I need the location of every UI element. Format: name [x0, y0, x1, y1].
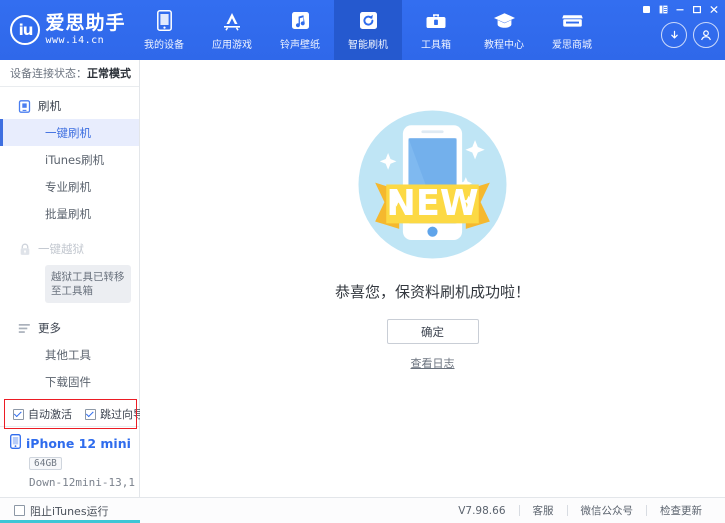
app-window: iu 爱思助手 www.i4.cn 我的设备 应用游戏: [0, 0, 725, 523]
appstore-icon: [221, 10, 243, 32]
sidebar-item-label: iTunes刷机: [45, 152, 104, 168]
device-model: Down-12mini-13,1: [29, 476, 139, 489]
device-name: iPhone 12 mini: [26, 436, 131, 451]
toolbox-icon: [425, 10, 447, 32]
nav-item-toolbox[interactable]: 工具箱: [402, 0, 470, 60]
brand-url: www.i4.cn: [45, 36, 125, 46]
device-capacity: 64GB: [29, 457, 62, 470]
lock-icon: [18, 243, 31, 256]
sidebar-group-label: 刷机: [38, 98, 61, 114]
skin-icon[interactable]: [638, 2, 654, 17]
shop-icon: [561, 10, 584, 32]
checkbox-box: [13, 409, 24, 420]
brand-name: 爱思助手: [45, 14, 125, 33]
sidebar-item-one-key-flash[interactable]: 一键刷机: [0, 119, 139, 146]
sidebar-item-label: 一键刷机: [45, 125, 91, 141]
nav-label: 爱思商城: [552, 36, 592, 51]
refresh-icon: [359, 10, 378, 32]
phone-small-icon: [10, 434, 21, 452]
close-icon[interactable]: [706, 2, 722, 17]
nav-label: 工具箱: [421, 36, 451, 51]
nav-item-store[interactable]: 爱思商城: [538, 0, 606, 60]
sidebar-item-label: 其他工具: [45, 347, 91, 363]
phone-icon: [157, 10, 172, 32]
logo-mark-icon: iu: [10, 15, 40, 45]
sidebar-item-itunes-flash[interactable]: iTunes刷机: [0, 146, 139, 173]
app-version: V7.98.66: [445, 505, 518, 517]
confirm-button[interactable]: 确定: [387, 319, 479, 344]
block-itunes-checkbox[interactable]: 阻止iTunes运行: [14, 503, 109, 519]
footer-links: V7.98.66 客服 微信公众号 检查更新: [445, 503, 715, 518]
sidebar-item-label: 下载固件: [45, 374, 91, 390]
user-account-icon[interactable]: [693, 22, 719, 48]
skip-wizard-checkbox[interactable]: 跳过向导: [85, 406, 144, 422]
nav-label: 铃声壁纸: [280, 36, 320, 51]
nav-label: 我的设备: [144, 36, 184, 51]
sidebar-item-other-tools[interactable]: 其他工具: [0, 341, 139, 368]
sidebar-group-flash[interactable]: 刷机: [0, 93, 139, 119]
sidebar-item-pro-flash[interactable]: 专业刷机: [0, 173, 139, 200]
connection-status-label: 设备连接状态：: [10, 65, 87, 81]
sidebar-group-more[interactable]: 更多: [0, 315, 139, 341]
check-update-link[interactable]: 检查更新: [647, 503, 715, 518]
body-row: 设备连接状态：正常模式 刷机 一键刷机 iTunes刷机 专业刷机: [0, 60, 725, 497]
spacer: [0, 227, 139, 236]
sidebar-item-label: 专业刷机: [45, 179, 91, 195]
auto-activate-checkbox[interactable]: 自动激活: [13, 406, 72, 422]
sidebar-item-label: 批量刷机: [45, 206, 91, 222]
brand-logo[interactable]: iu 爱思助手 www.i4.cn: [0, 0, 130, 60]
minimize-icon[interactable]: [672, 2, 688, 17]
auto-activate-label: 自动激活: [28, 406, 72, 422]
sidebar-group-label: 一键越狱: [38, 241, 84, 257]
sidebar-options: 自动激活 跳过向导: [0, 402, 139, 426]
nav-items: 我的设备 应用游戏 铃声壁纸 智能刷机: [130, 0, 606, 60]
success-message: 恭喜您，保资料刷机成功啦！: [335, 281, 530, 302]
nav-item-smart-flash[interactable]: 智能刷机: [334, 0, 402, 60]
sidebar-item-advanced-features[interactable]: 高级功能: [0, 395, 139, 402]
top-navigation-bar: iu 爱思助手 www.i4.cn 我的设备 应用游戏: [0, 0, 725, 60]
new-badge-illustration: NEW: [340, 92, 525, 277]
jailbreak-moved-note: 越狱工具已转移至工具箱: [45, 265, 131, 303]
sidebar-item-batch-flash[interactable]: 批量刷机: [0, 200, 139, 227]
sidebar-item-download-firmware[interactable]: 下载固件: [0, 368, 139, 395]
maximize-icon[interactable]: [689, 2, 705, 17]
checkbox-box: [14, 505, 25, 516]
music-icon: [291, 10, 310, 32]
flash-device-icon: [18, 100, 31, 113]
sidebar: 设备连接状态：正常模式 刷机 一键刷机 iTunes刷机 专业刷机: [0, 60, 140, 497]
connection-status: 设备连接状态：正常模式: [0, 60, 139, 87]
skip-wizard-label: 跳过向导: [100, 406, 144, 422]
device-card[interactable]: iPhone 12 mini 64GB Down-12mini-13,1: [0, 426, 139, 497]
main-content: NEW 恭喜您，保资料刷机成功啦！ 确定 查看日志: [140, 60, 725, 497]
checkbox-box: [85, 409, 96, 420]
nav-item-tutorial-center[interactable]: 教程中心: [470, 0, 538, 60]
block-itunes-label: 阻止iTunes运行: [30, 503, 109, 519]
view-log-link[interactable]: 查看日志: [411, 355, 455, 371]
nav-label: 应用游戏: [212, 36, 252, 51]
top-right-actions: [661, 22, 719, 48]
download-icon[interactable]: [661, 22, 687, 48]
nav-label: 教程中心: [484, 36, 524, 51]
nav-item-my-device[interactable]: 我的设备: [130, 0, 198, 60]
sidebar-group-label: 更多: [38, 320, 61, 336]
spacer: [0, 306, 139, 315]
customer-service-link[interactable]: 客服: [520, 503, 567, 518]
new-badge-text: NEW: [386, 183, 478, 224]
sidebar-nav: 刷机 一键刷机 iTunes刷机 专业刷机 批量刷机: [0, 87, 139, 402]
connection-status-value: 正常模式: [87, 65, 131, 81]
sidebar-group-jailbreak: 一键越狱: [0, 236, 139, 262]
graduation-cap-icon: [493, 10, 516, 32]
window-controls: [638, 2, 722, 17]
wechat-link[interactable]: 微信公众号: [568, 503, 647, 518]
nav-item-ringtones-wallpapers[interactable]: 铃声壁纸: [266, 0, 334, 60]
nav-item-apps-games[interactable]: 应用游戏: [198, 0, 266, 60]
menu-icon[interactable]: [655, 2, 671, 17]
list-lines-icon: [18, 322, 31, 335]
nav-label: 智能刷机: [348, 36, 388, 51]
